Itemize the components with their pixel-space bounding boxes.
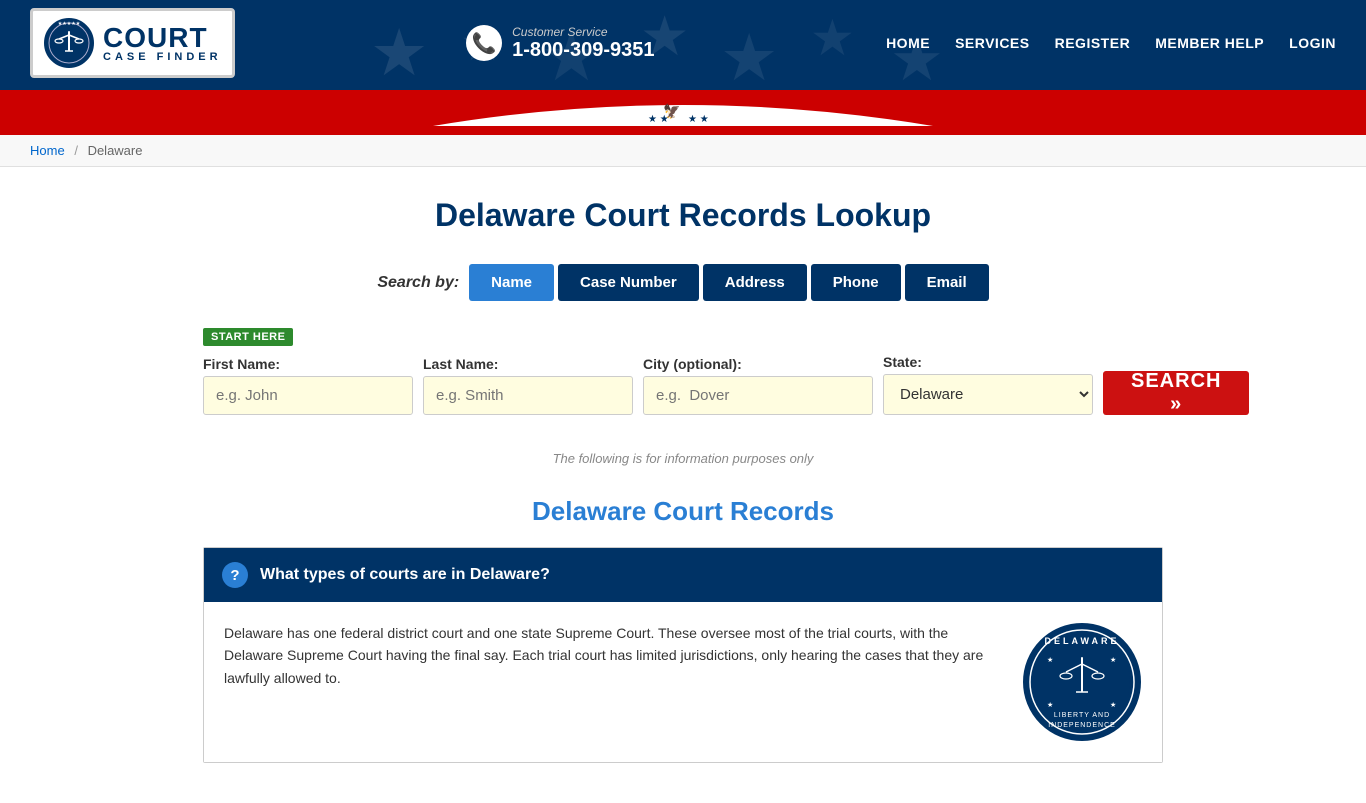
logo-text: COURT CASE FINDER xyxy=(103,24,222,63)
nav-login[interactable]: LOGIN xyxy=(1289,35,1336,51)
city-label: City (optional): xyxy=(643,356,873,372)
last-name-label: Last Name: xyxy=(423,356,633,372)
tab-address[interactable]: Address xyxy=(703,264,807,301)
svg-text:DELAWARE: DELAWARE xyxy=(1044,636,1119,646)
logo-box: ★★★★★ COURT CASE FINDER xyxy=(30,8,235,78)
cs-label: Customer Service xyxy=(512,25,654,39)
cs-phone: 1-800-309-9351 xyxy=(512,39,654,62)
cs-text: Customer Service 1-800-309-9351 xyxy=(512,25,654,62)
breadcrumb: Home / Delaware xyxy=(30,143,1336,158)
svg-text:🦅: 🦅 xyxy=(663,102,680,120)
banner-arc: ★ ★ 🦅 ★ ★ xyxy=(433,94,933,126)
state-select[interactable]: Delaware Alabama Alaska Arizona Californ… xyxy=(883,374,1093,415)
faq-question-1: What types of courts are in Delaware? xyxy=(260,566,550,584)
svg-text:★ ★: ★ ★ xyxy=(688,114,709,125)
svg-text:LIBERTY AND: LIBERTY AND xyxy=(1054,712,1110,719)
state-group: State: Delaware Alabama Alaska Arizona C… xyxy=(883,354,1093,415)
delaware-seal: DELAWARE ★ ★ ★ ★ LIBERTY AND INDEPENDENC… xyxy=(1022,622,1142,742)
svg-text:★: ★ xyxy=(1047,701,1053,709)
logo-area: ★★★★★ COURT CASE FINDER xyxy=(30,8,235,78)
svg-text:★: ★ xyxy=(370,16,428,86)
svg-text:★: ★ xyxy=(810,10,855,66)
search-tabs-row: Search by: Name Case Number Address Phon… xyxy=(203,264,1163,301)
breadcrumb-separator: / xyxy=(74,143,78,158)
logo-emblem: ★★★★★ xyxy=(43,17,95,69)
faq-answer-1: Delaware has one federal district court … xyxy=(224,622,1002,689)
search-by-label: Search by: xyxy=(377,274,459,292)
page-title: Delaware Court Records Lookup xyxy=(203,197,1163,234)
phone-icon: 📞 xyxy=(466,25,502,61)
nav-member-help[interactable]: MEMBER HELP xyxy=(1155,35,1264,51)
main-content: Delaware Court Records Lookup Search by:… xyxy=(183,167,1183,803)
svg-text:★: ★ xyxy=(1110,701,1116,709)
start-here-badge: START HERE xyxy=(203,327,1163,354)
faq-icon-1: ? xyxy=(222,562,248,588)
search-button[interactable]: SEARCH » xyxy=(1103,371,1249,415)
search-button-label: SEARCH » xyxy=(1131,370,1221,416)
customer-service: 📞 Customer Service 1-800-309-9351 xyxy=(466,25,654,62)
breadcrumb-current: Delaware xyxy=(88,143,143,158)
tab-phone[interactable]: Phone xyxy=(811,264,901,301)
svg-text:★: ★ xyxy=(1047,656,1053,664)
form-row: First Name: Last Name: City (optional): … xyxy=(203,354,1163,415)
first-name-label: First Name: xyxy=(203,356,413,372)
faq-body-1: Delaware has one federal district court … xyxy=(204,602,1162,762)
section-heading: Delaware Court Records xyxy=(203,496,1163,527)
faq-header-1[interactable]: ? What types of courts are in Delaware? xyxy=(204,548,1162,602)
svg-text:INDEPENDENCE: INDEPENDENCE xyxy=(1048,722,1116,729)
first-name-input[interactable] xyxy=(203,376,413,415)
first-name-group: First Name: xyxy=(203,356,413,415)
tab-case-number[interactable]: Case Number xyxy=(558,264,699,301)
breadcrumb-bar: Home / Delaware xyxy=(0,135,1366,167)
breadcrumb-home[interactable]: Home xyxy=(30,143,65,158)
last-name-input[interactable] xyxy=(423,376,633,415)
form-area: START HERE First Name: Last Name: City (… xyxy=(203,317,1163,435)
nav-services[interactable]: SERVICES xyxy=(955,35,1030,51)
main-nav: HOME SERVICES REGISTER MEMBER HELP LOGIN xyxy=(886,35,1336,51)
tab-email[interactable]: Email xyxy=(905,264,989,301)
city-input[interactable] xyxy=(643,376,873,415)
svg-text:★★★★★: ★★★★★ xyxy=(58,21,81,27)
svg-text:★: ★ xyxy=(720,21,778,86)
info-note: The following is for information purpose… xyxy=(203,451,1163,466)
nav-home[interactable]: HOME xyxy=(886,35,930,51)
nav-register[interactable]: REGISTER xyxy=(1055,35,1131,51)
state-label: State: xyxy=(883,354,1093,370)
logo-case-finder-label: CASE FINDER xyxy=(103,52,222,63)
svg-text:★: ★ xyxy=(1110,656,1116,664)
logo-court-label: COURT xyxy=(103,24,222,52)
tab-name[interactable]: Name xyxy=(469,264,554,301)
faq-item-1: ? What types of courts are in Delaware? … xyxy=(203,547,1163,763)
site-header: ★ ★ ★ ★ ★ ★ ★ ★★★★★ COURT xyxy=(0,0,1366,86)
city-group: City (optional): xyxy=(643,356,873,415)
last-name-group: Last Name: xyxy=(423,356,633,415)
